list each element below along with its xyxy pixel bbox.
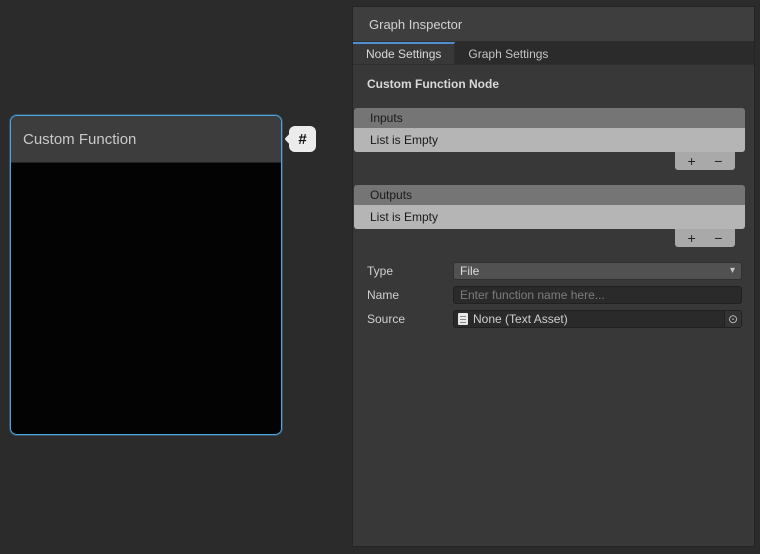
tab-graph-settings[interactable]: Graph Settings <box>455 42 561 64</box>
section-title: Custom Function Node <box>367 77 740 91</box>
inputs-list-header: Inputs <box>354 108 745 128</box>
graph-canvas[interactable]: Custom Function # Graph Inspector Node S… <box>0 0 760 554</box>
inputs-remove-button[interactable]: − <box>708 154 728 168</box>
object-picker-icon[interactable]: ⊙ <box>724 311 741 327</box>
chevron-down-icon: ▾ <box>730 266 735 276</box>
type-label: Type <box>367 264 453 278</box>
text-asset-icon <box>458 313 468 325</box>
type-dropdown-value: File <box>460 264 730 278</box>
inputs-list: Inputs List is Empty + − <box>354 108 745 170</box>
outputs-list-title: Outputs <box>370 188 412 202</box>
outputs-empty-label: List is Empty <box>370 210 438 224</box>
outputs-add-button[interactable]: + <box>682 231 702 245</box>
source-object-field[interactable]: None (Text Asset) ⊙ <box>453 310 742 328</box>
node-header[interactable]: Custom Function <box>11 116 281 163</box>
outputs-list-header: Outputs <box>354 185 745 205</box>
hash-badge[interactable]: # <box>289 126 316 152</box>
custom-function-node[interactable]: Custom Function <box>10 115 282 435</box>
name-label: Name <box>367 288 453 302</box>
inputs-empty-label: List is Empty <box>370 133 438 147</box>
outputs-remove-button[interactable]: − <box>708 231 728 245</box>
function-name-input[interactable] <box>453 286 742 304</box>
type-dropdown[interactable]: File ▾ <box>453 262 742 280</box>
outputs-list-footer: + − <box>675 229 735 247</box>
source-label: Source <box>367 312 453 326</box>
inspector-header[interactable]: Graph Inspector <box>353 7 754 42</box>
node-body <box>11 163 281 433</box>
source-row: Source None (Text Asset) ⊙ <box>367 310 742 328</box>
tab-node-settings[interactable]: Node Settings <box>353 42 455 64</box>
type-row: Type File ▾ <box>367 262 742 280</box>
inputs-list-footer: + − <box>675 152 735 170</box>
outputs-list-empty-row: List is Empty <box>354 205 745 229</box>
name-row: Name <box>367 286 742 304</box>
inputs-list-title: Inputs <box>370 111 403 125</box>
outputs-list: Outputs List is Empty + − <box>354 185 745 247</box>
source-object-value: None (Text Asset) <box>473 312 724 326</box>
inputs-list-empty-row: List is Empty <box>354 128 745 152</box>
inspector-title: Graph Inspector <box>369 17 462 32</box>
tab-node-settings-label: Node Settings <box>366 47 441 61</box>
field-group: Type File ▾ Name Source None (Text Asset… <box>353 262 754 328</box>
tab-graph-settings-label: Graph Settings <box>468 47 548 61</box>
inputs-add-button[interactable]: + <box>682 154 702 168</box>
graph-inspector-panel: Graph Inspector Node Settings Graph Sett… <box>352 6 755 547</box>
hash-icon: # <box>298 131 306 148</box>
node-title: Custom Function <box>23 131 136 148</box>
badge-notch <box>284 133 295 144</box>
tab-bar: Node Settings Graph Settings <box>353 42 754 65</box>
inspector-content: Custom Function Node Inputs List is Empt… <box>353 77 754 328</box>
